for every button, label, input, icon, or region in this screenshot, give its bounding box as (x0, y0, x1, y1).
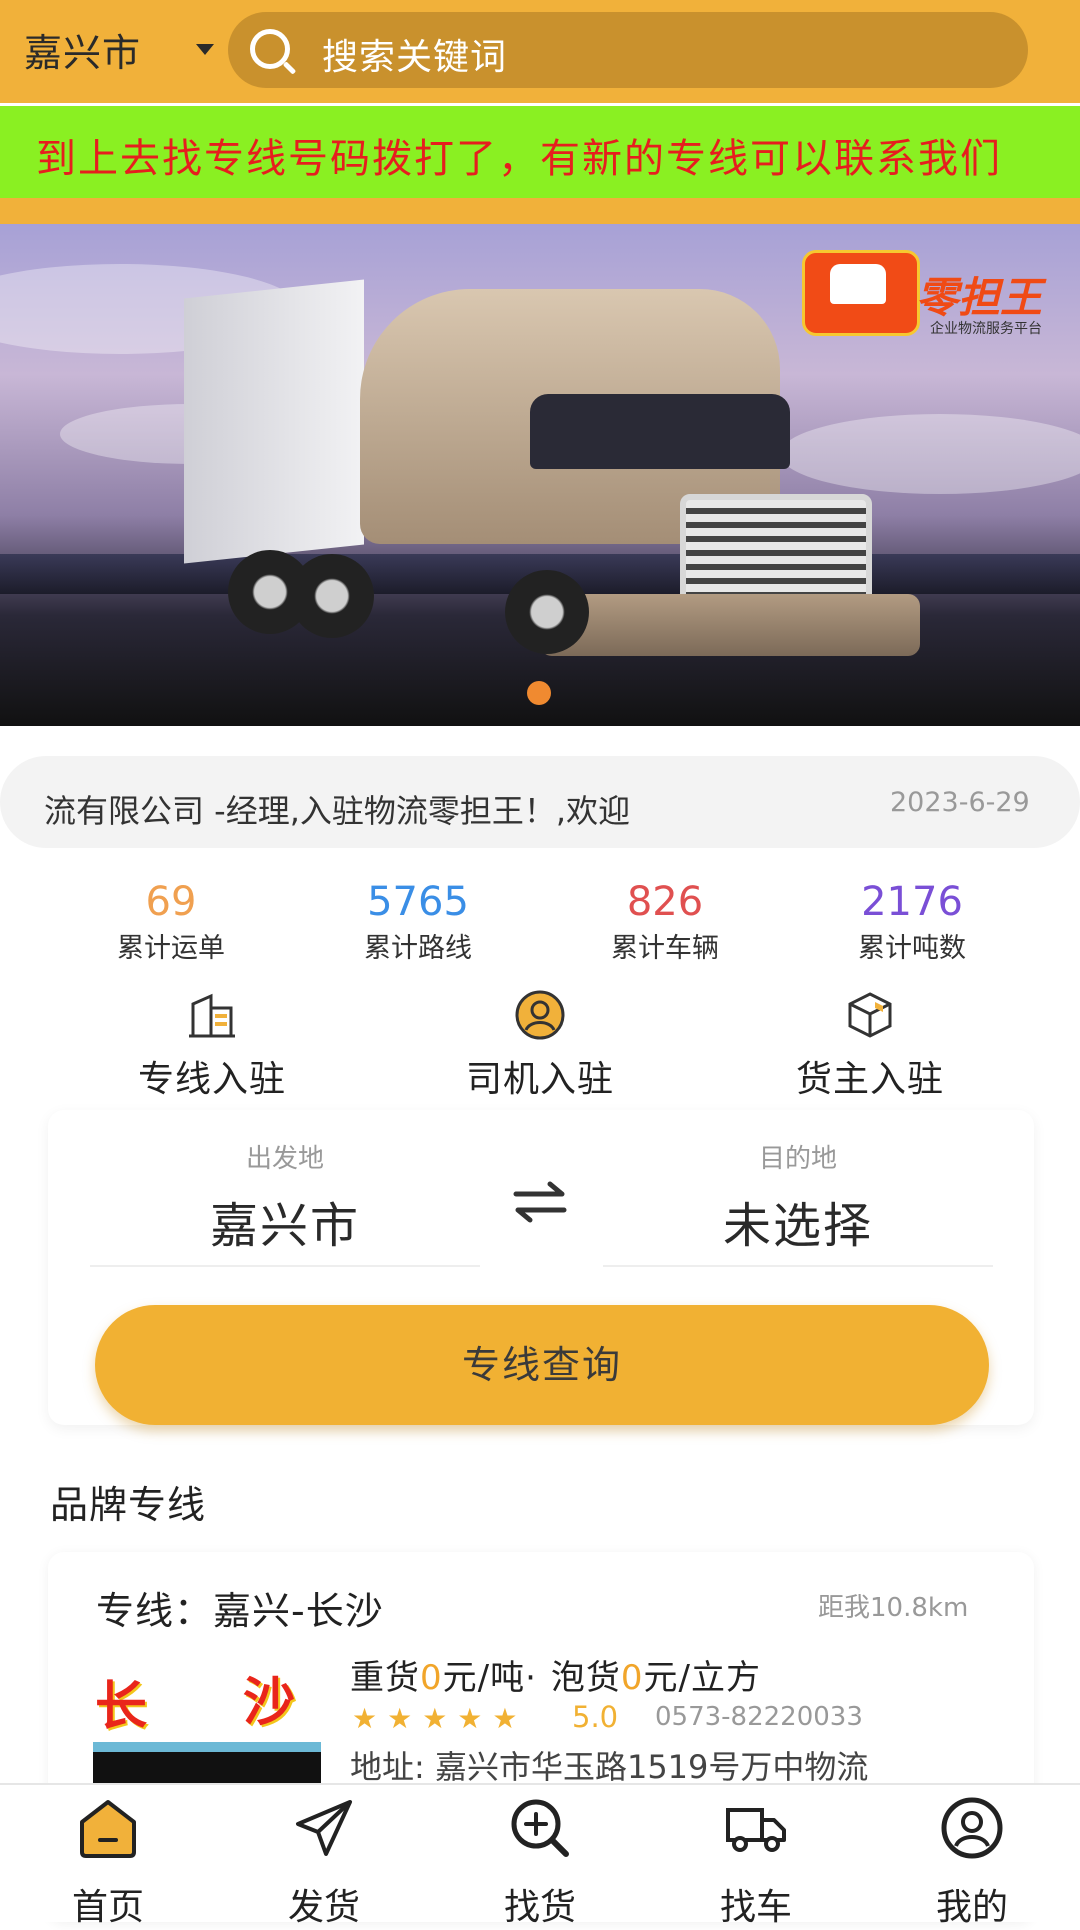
entry-shipper-register[interactable]: 货主入驻 (750, 990, 990, 1102)
rating-stars-icon: ★★★★★ (352, 1702, 528, 1735)
nav-label: 首页 (71, 1887, 144, 1928)
line-thumbnail[interactable]: 长 沙 (93, 1648, 321, 1788)
entry-label: 专线入驻 (137, 1059, 286, 1100)
nav-find-truck[interactable]: 找车 (686, 1796, 826, 1930)
stat-tonnage: 2176 累计吨数 (812, 880, 1012, 965)
rating-score: 5.0 (572, 1700, 619, 1734)
nav-home[interactable]: 首页 (38, 1796, 178, 1930)
banner-cloud (780, 414, 1080, 494)
nav-label: 我的 (935, 1887, 1008, 1928)
driver-avatar-icon (515, 990, 565, 1040)
nav-find-goods[interactable]: 找货 (470, 1796, 610, 1930)
search-goods-icon (508, 1796, 572, 1860)
section-title: 品牌专线 (50, 1483, 207, 1527)
nav-send[interactable]: 发货 (254, 1796, 394, 1930)
profile-icon (940, 1796, 1004, 1860)
origin-underline (90, 1265, 480, 1267)
origin-field[interactable]: 嘉兴市 (135, 1186, 435, 1256)
line-query-button[interactable]: 专线查询 (95, 1305, 989, 1425)
thumbnail-strip (93, 1742, 321, 1788)
destination-field[interactable]: 未选择 (648, 1186, 948, 1256)
truck-wheel (290, 554, 374, 638)
stat-value: 2176 (861, 879, 963, 925)
thumb-char: 长 (95, 1677, 148, 1737)
line-title[interactable]: 专线：嘉兴-长沙 (96, 1580, 384, 1635)
carousel-indicator-dot[interactable] (527, 681, 551, 705)
banner-brand-text: 零担王 (916, 273, 1043, 322)
heavy-price: 0 (420, 1658, 443, 1698)
search-icon (250, 29, 290, 69)
nav-label: 找货 (503, 1887, 576, 1928)
destination-underline (603, 1265, 993, 1267)
entry-driver-register[interactable]: 司机入驻 (420, 990, 660, 1102)
light-unit: 元/立方 (643, 1658, 762, 1698)
news-date: 2023-6-29 (890, 787, 1030, 818)
stat-label: 累计车辆 (611, 933, 719, 964)
stat-value: 69 (145, 879, 197, 925)
truck-bumper (540, 594, 920, 656)
stat-orders: 69 累计运单 (71, 880, 271, 965)
chevron-down-icon[interactable] (196, 44, 214, 55)
line-address: 地址: 嘉兴市华玉路1519号万中物流 (350, 1748, 869, 1786)
notice-marquee: 到上去找专线号码拨打了，有新的专线可以联系我们 (0, 106, 1080, 198)
heavy-label: 重货 (350, 1658, 420, 1698)
origin-caption: 出发地 (245, 1144, 324, 1174)
entry-line-register[interactable]: 专线入驻 (92, 990, 332, 1102)
entry-label: 司机入驻 (465, 1059, 614, 1100)
city-selector[interactable]: 嘉兴市 (24, 22, 141, 77)
truck-windshield (530, 394, 790, 469)
nav-label: 找车 (719, 1887, 792, 1928)
stat-label: 累计运单 (117, 933, 225, 964)
header-divider (0, 198, 1080, 224)
line-distance: 距我10.8km (818, 1593, 969, 1623)
stat-label: 累计吨数 (858, 933, 966, 964)
stat-value: 5765 (367, 879, 469, 925)
thumb-char: 沙 (243, 1673, 296, 1733)
banner-carousel[interactable]: 零担王 企业物流服务平台 (0, 224, 1080, 726)
truck-icon (724, 1796, 788, 1860)
line-phone[interactable]: 0573-82220033 (655, 1702, 863, 1732)
truck-trailer (184, 279, 364, 564)
heavy-unit: 元/吨· (442, 1658, 537, 1698)
building-icon (187, 990, 237, 1040)
stat-label: 累计路线 (364, 933, 472, 964)
stat-vehicles: 826 累计车辆 (565, 880, 765, 965)
marquee-text: 到上去找专线号码拨打了，有新的专线可以联系我们 (36, 136, 1002, 182)
entry-label: 货主入驻 (795, 1059, 944, 1100)
light-price: 0 (620, 1658, 644, 1698)
destination-caption: 目的地 (758, 1144, 837, 1174)
line-price: 重货0元/吨· 泡货0元/立方 (350, 1650, 761, 1699)
home-icon (76, 1796, 140, 1860)
stat-routes: 5765 累计路线 (318, 880, 518, 965)
stat-value: 826 (626, 879, 704, 925)
brand-logo-truck-icon (830, 264, 886, 304)
light-label: 泡货 (550, 1658, 621, 1698)
send-icon (292, 1796, 356, 1860)
search-placeholder: 搜索关键词 (322, 37, 508, 78)
nav-label: 发货 (287, 1887, 360, 1928)
package-box-icon (845, 990, 895, 1040)
swap-icon[interactable] (512, 1180, 568, 1224)
banner-slogan: 企业物流服务平台 (930, 321, 1042, 337)
nav-mine[interactable]: 我的 (902, 1796, 1042, 1930)
truck-wheel (505, 570, 589, 654)
news-text: 流有限公司 -经理,入驻物流零担王！,欢迎 (44, 792, 631, 830)
